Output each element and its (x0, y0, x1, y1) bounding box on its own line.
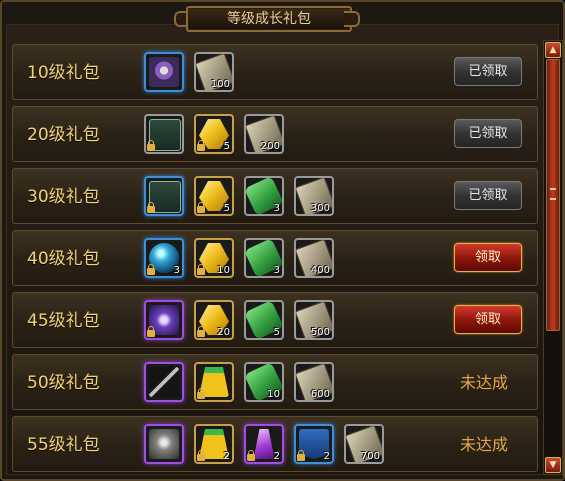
item-slot[interactable]: 5 (194, 176, 234, 216)
item-slot[interactable] (144, 300, 184, 340)
gift-row: 45级礼包 20 5 500 领取 (12, 292, 538, 348)
gift-row: 40级礼包 3 10 3 400 领取 (12, 230, 538, 286)
gift-row: 50级礼包 10 600 未达成 (12, 354, 538, 410)
item-slot[interactable]: 10 (194, 238, 234, 278)
lock-icon (297, 450, 305, 461)
claim-button[interactable]: 领取 (454, 243, 522, 272)
spear-icon (149, 367, 179, 397)
lock-icon (147, 326, 155, 337)
grip-icon (550, 188, 556, 200)
lock-icon (197, 202, 205, 213)
item-count: 3 (173, 265, 180, 276)
item-count: 5 (223, 203, 230, 214)
claimed-button[interactable]: 已领取 (454, 181, 522, 210)
item-slot[interactable]: 5 (244, 300, 284, 340)
not-reached-status: 未达成 (460, 435, 509, 454)
item-slot[interactable] (144, 114, 184, 154)
item-count: 600 (310, 389, 330, 400)
item-slot[interactable] (194, 362, 234, 402)
lock-icon (147, 264, 155, 275)
item-slot[interactable]: 3 (244, 238, 284, 278)
item-count: 400 (310, 265, 330, 276)
item-slot[interactable]: 2 (294, 424, 334, 464)
item-count: 10 (217, 265, 230, 276)
item-count: 5 (273, 327, 280, 338)
item-slot[interactable]: 300 (294, 176, 334, 216)
item-count: 5 (223, 141, 230, 152)
lock-icon (197, 264, 205, 275)
item-count: 200 (260, 141, 280, 152)
item-count: 500 (310, 327, 330, 338)
gift-level-label: 30级礼包 (27, 187, 100, 207)
gift-row: 10级礼包 100 已领取 (12, 44, 538, 100)
item-count: 3 (273, 203, 280, 214)
arrow-down-icon[interactable]: ▼ (545, 457, 561, 473)
claimed-button[interactable]: 已领取 (454, 57, 522, 86)
growth-gift-panel: 等级成长礼包 10级礼包 100 已领取 20级礼包 5 200 已领取 30级礼包 5 3 300… (0, 0, 565, 481)
gift-level-label: 10级礼包 (27, 63, 100, 83)
title-ornament-right (344, 11, 360, 27)
item-count: 3 (273, 265, 280, 276)
item-slot[interactable] (144, 52, 184, 92)
item-count: 100 (210, 79, 230, 90)
item-count: 2 (223, 451, 230, 462)
lock-icon (147, 140, 155, 151)
item-count: 300 (310, 203, 330, 214)
gift-row: 20级礼包 5 200 已领取 (12, 106, 538, 162)
item-count: 700 (360, 451, 380, 462)
lock-icon (197, 388, 205, 399)
item-slot[interactable]: 700 (344, 424, 384, 464)
item-slot[interactable]: 3 (144, 238, 184, 278)
item-slot[interactable]: 20 (194, 300, 234, 340)
lock-icon (197, 450, 205, 461)
item-slot[interactable]: 500 (294, 300, 334, 340)
gift-level-label: 50级礼包 (27, 373, 100, 393)
gray-armor-icon (149, 429, 179, 459)
item-slot[interactable]: 200 (244, 114, 284, 154)
item-slot[interactable]: 100 (194, 52, 234, 92)
item-slot[interactable]: 400 (294, 238, 334, 278)
item-count: 10 (267, 389, 280, 400)
helmet-icon (149, 57, 179, 87)
item-slot[interactable] (144, 176, 184, 216)
item-slot[interactable]: 10 (244, 362, 284, 402)
item-slot[interactable]: 600 (294, 362, 334, 402)
item-count: 2 (273, 451, 280, 462)
panel-title: 等级成长礼包 (186, 6, 352, 32)
item-slot[interactable]: 2 (244, 424, 284, 464)
scrollbar-thumb[interactable] (546, 59, 560, 331)
item-slot[interactable]: 2 (194, 424, 234, 464)
gift-row: 55级礼包 2 2 2 700 未达成 (12, 416, 538, 472)
gift-level-label: 40级礼包 (27, 249, 100, 269)
claimed-button[interactable]: 已领取 (454, 119, 522, 148)
arrow-up-icon[interactable]: ▲ (545, 42, 561, 58)
gift-level-label: 45级礼包 (27, 311, 100, 331)
item-count: 2 (323, 451, 330, 462)
scrollbar[interactable]: ▲ ▼ (543, 40, 563, 475)
lock-icon (247, 450, 255, 461)
lock-icon (197, 140, 205, 151)
item-slot[interactable]: 3 (244, 176, 284, 216)
title-bar: 等级成长礼包 (174, 2, 360, 32)
lock-icon (147, 202, 155, 213)
item-slot[interactable] (144, 424, 184, 464)
item-slot[interactable] (144, 362, 184, 402)
not-reached-status: 未达成 (460, 373, 509, 392)
gift-row: 30级礼包 5 3 300 已领取 (12, 168, 538, 224)
gift-level-label: 20级礼包 (27, 125, 100, 145)
item-slot[interactable]: 5 (194, 114, 234, 154)
gift-level-label: 55级礼包 (27, 435, 100, 455)
item-count: 20 (217, 327, 230, 338)
claim-button[interactable]: 领取 (454, 305, 522, 334)
lock-icon (197, 326, 205, 337)
